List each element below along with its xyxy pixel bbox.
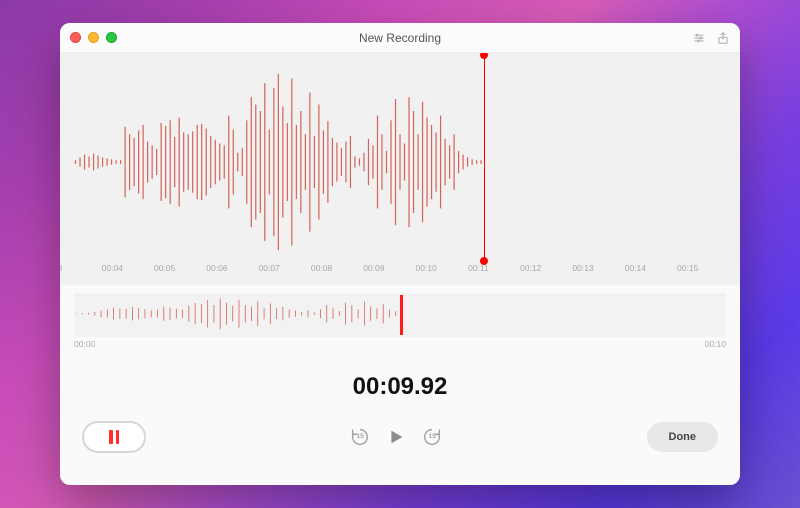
ruler-tick: 00:08 [311, 263, 332, 273]
close-window-button[interactable] [70, 32, 81, 43]
waveform-main[interactable]: 3 00:04 00:05 00:06 00:07 00:08 00:09 00:10 00:1… [60, 53, 740, 285]
overview-cursor[interactable] [400, 295, 403, 335]
skip-back-button[interactable]: 15 [349, 426, 371, 448]
ruler-tick: 00:10 [416, 263, 437, 273]
ruler-tick: 00:13 [572, 263, 593, 273]
traffic-lights [70, 32, 117, 43]
time-ruler: 3 00:04 00:05 00:06 00:07 00:08 00:09 00:10 00:1… [60, 263, 740, 285]
overview-labels: 00:00 00:10 [74, 339, 726, 349]
skip-fwd-seconds: 15 [421, 426, 443, 448]
window-title: New Recording [60, 31, 740, 45]
skip-forward-button[interactable]: 15 [421, 426, 443, 448]
pause-button[interactable] [82, 421, 146, 453]
voice-memos-window: New Recording 300:0400:0500: [60, 23, 740, 485]
play-button[interactable] [385, 426, 407, 448]
pause-icon [109, 430, 119, 444]
ruler-tick: 00:09 [363, 263, 384, 273]
titlebar: New Recording [60, 23, 740, 53]
skip-back-seconds: 15 [349, 426, 371, 448]
share-icon[interactable] [716, 31, 730, 45]
ruler-tick: 00:15 [677, 263, 698, 273]
transport-controls: 15 15 [349, 426, 443, 448]
ruler-tick: 00:07 [259, 263, 280, 273]
controls-row: 15 15 Done [60, 407, 740, 485]
elapsed-time: 00:09.92 [60, 373, 740, 401]
playhead[interactable] [484, 53, 485, 263]
ruler-tick: 00:12 [520, 263, 541, 273]
ruler-tick: 00:11 [468, 263, 489, 273]
waveform-overview[interactable] [74, 293, 726, 337]
toolbar-icons [692, 31, 730, 45]
done-button[interactable]: Done [647, 422, 719, 452]
overview-end-label: 00:10 [705, 339, 726, 349]
ruler-tick: 00:06 [206, 263, 227, 273]
overview-start-label: 00:00 [74, 339, 95, 349]
ruler-tick: 00:14 [625, 263, 646, 273]
options-icon[interactable] [692, 31, 706, 45]
ruler-tick: 00:05 [154, 263, 175, 273]
ruler-tick: 3 [60, 263, 62, 273]
minimize-window-button[interactable] [88, 32, 99, 43]
waveform-main-canvas [60, 53, 740, 285]
ruler-tick: 00:04 [102, 263, 123, 273]
fullscreen-window-button[interactable] [106, 32, 117, 43]
